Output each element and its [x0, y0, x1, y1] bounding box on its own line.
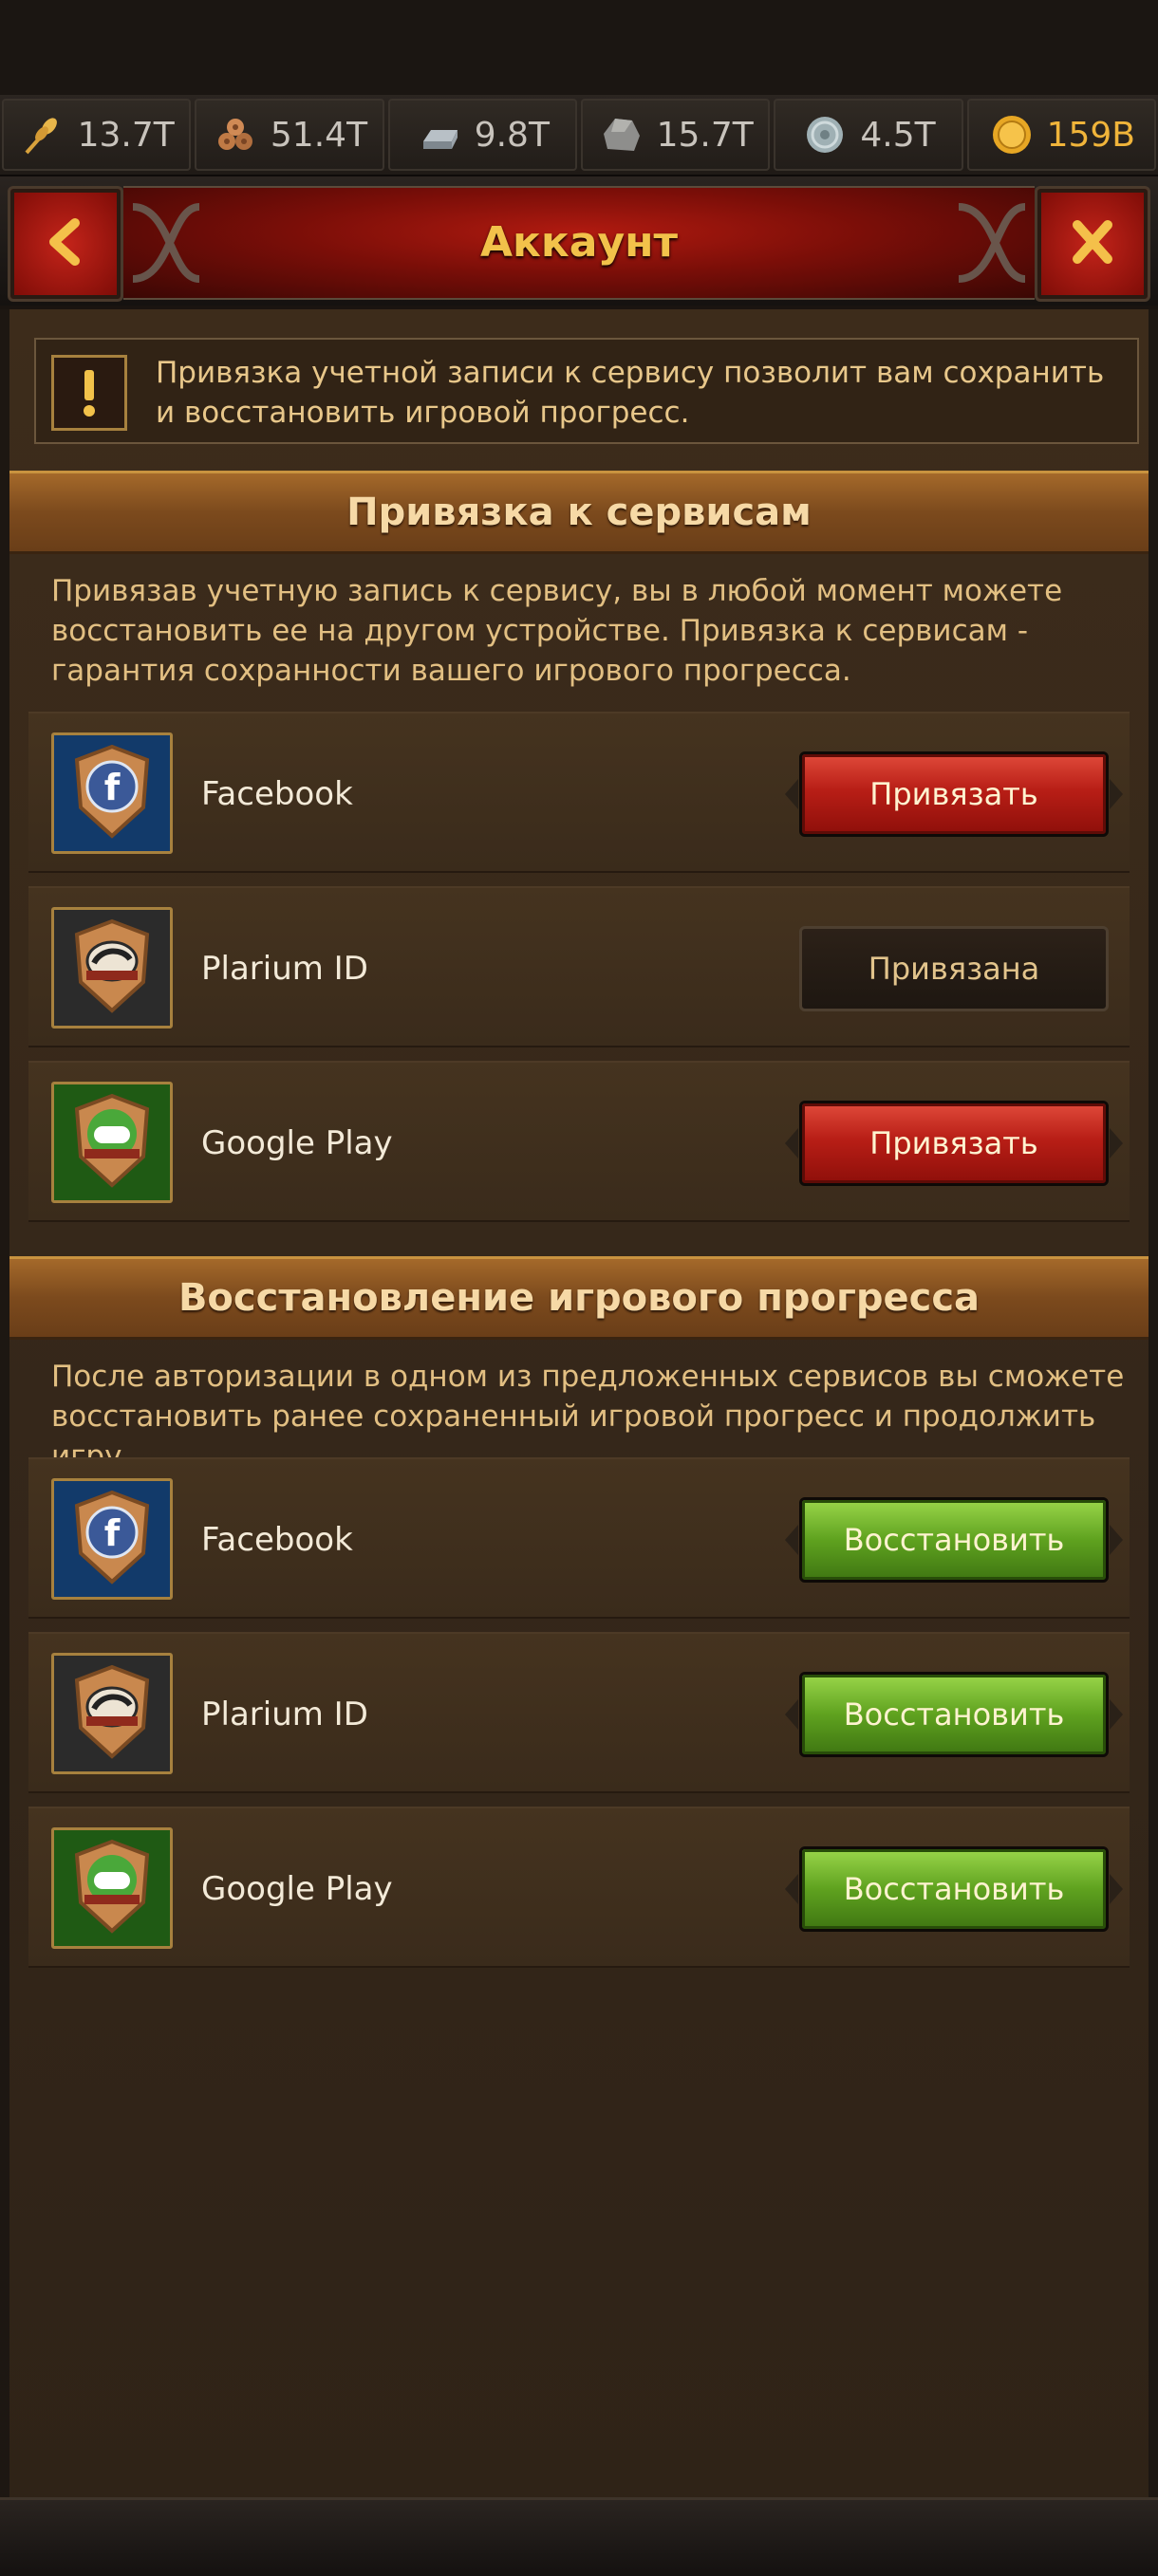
svg-text:f: f	[104, 1512, 121, 1554]
resource-gold[interactable]: 159B	[966, 99, 1156, 171]
link-row-facebook: f Facebook Привязать	[28, 712, 1130, 873]
service-name: Plarium ID	[201, 950, 368, 988]
restore-row-google-play: Google Play Восстановить	[28, 1807, 1130, 1968]
restore-plarium-button[interactable]: Восстановить	[785, 1672, 1123, 1757]
stone-icon	[598, 111, 645, 158]
resource-wood[interactable]: 51.4T	[195, 99, 384, 171]
header: Аккаунт	[0, 176, 1158, 306]
button-label: Восстановить	[843, 1522, 1065, 1558]
silver-coin-icon	[801, 111, 849, 158]
service-name: Google Play	[201, 1870, 393, 1908]
link-facebook-button[interactable]: Привязать	[785, 751, 1123, 837]
restore-google-play-button[interactable]: Восстановить	[785, 1846, 1123, 1932]
wheat-icon	[19, 111, 66, 158]
button-label: Привязать	[869, 1125, 1038, 1161]
resource-iron[interactable]: 9.8T	[387, 99, 577, 171]
status-bar-area	[0, 0, 1158, 95]
svg-text:f: f	[104, 767, 121, 808]
button-label: Восстановить	[843, 1696, 1065, 1733]
gold-coin-icon	[988, 111, 1036, 158]
page-title: Аккаунт	[479, 218, 679, 267]
plarium-shield-icon	[51, 1653, 173, 1774]
notice-text: Привязка учетной записи к сервису позвол…	[156, 356, 1105, 430]
restore-facebook-button[interactable]: Восстановить	[785, 1497, 1123, 1583]
resource-food-value: 13.7T	[77, 115, 175, 155]
restore-section-title: Восстановление игрового прогресса	[9, 1256, 1149, 1340]
plarium-linked-status: Привязана	[799, 926, 1109, 1011]
resource-silver-value: 4.5T	[860, 115, 936, 155]
exclamation-icon	[51, 355, 127, 431]
resource-bar: 13.7T 51.4T 9.8T 15.7T 4.5T 159B	[0, 95, 1158, 176]
restore-row-plarium: Plarium ID Восстановить	[28, 1632, 1130, 1793]
logs-icon	[212, 111, 259, 158]
title-plate: Аккаунт	[123, 186, 1035, 300]
google-play-shield-icon	[51, 1827, 173, 1949]
resource-silver[interactable]: 4.5T	[774, 99, 963, 171]
restore-row-facebook: f Facebook Восстановить	[28, 1457, 1130, 1619]
plarium-shield-icon	[51, 907, 173, 1029]
google-play-shield-icon	[51, 1082, 173, 1203]
service-name: Facebook	[201, 775, 353, 813]
resource-gold-value: 159B	[1046, 115, 1136, 155]
iron-ingot-icon	[416, 111, 463, 158]
link-row-plarium: Plarium ID Привязана	[28, 886, 1130, 1047]
button-label: Привязать	[869, 776, 1038, 812]
back-button[interactable]	[8, 186, 123, 302]
facebook-shield-icon: f	[51, 732, 173, 854]
button-label: Восстановить	[843, 1871, 1065, 1907]
service-name: Facebook	[201, 1521, 353, 1559]
account-panel: Привязка учетной записи к сервису позвол…	[0, 309, 1158, 2497]
bottom-frame	[0, 2497, 1158, 2576]
link-google-play-button[interactable]: Привязать	[785, 1101, 1123, 1186]
link-row-google-play: Google Play Привязать	[28, 1061, 1130, 1222]
link-section-description: Привязав учетную запись к сервису, вы в …	[51, 574, 1063, 688]
resource-stone[interactable]: 15.7T	[580, 99, 771, 171]
close-x-icon	[1064, 213, 1121, 274]
button-label: Привязана	[868, 951, 1040, 987]
resource-wood-value: 51.4T	[270, 115, 368, 155]
resource-stone-value: 15.7T	[656, 115, 754, 155]
service-name: Plarium ID	[201, 1696, 368, 1733]
resource-iron-value: 9.8T	[474, 115, 550, 155]
notice-box: Привязка учетной записи к сервису позвол…	[34, 338, 1139, 444]
facebook-shield-icon: f	[51, 1478, 173, 1600]
link-section-title: Привязка к сервисам	[9, 471, 1149, 554]
resource-food[interactable]: 13.7T	[2, 99, 192, 171]
back-chevron-icon	[37, 213, 94, 274]
close-button[interactable]	[1035, 186, 1150, 302]
service-name: Google Play	[201, 1124, 393, 1162]
